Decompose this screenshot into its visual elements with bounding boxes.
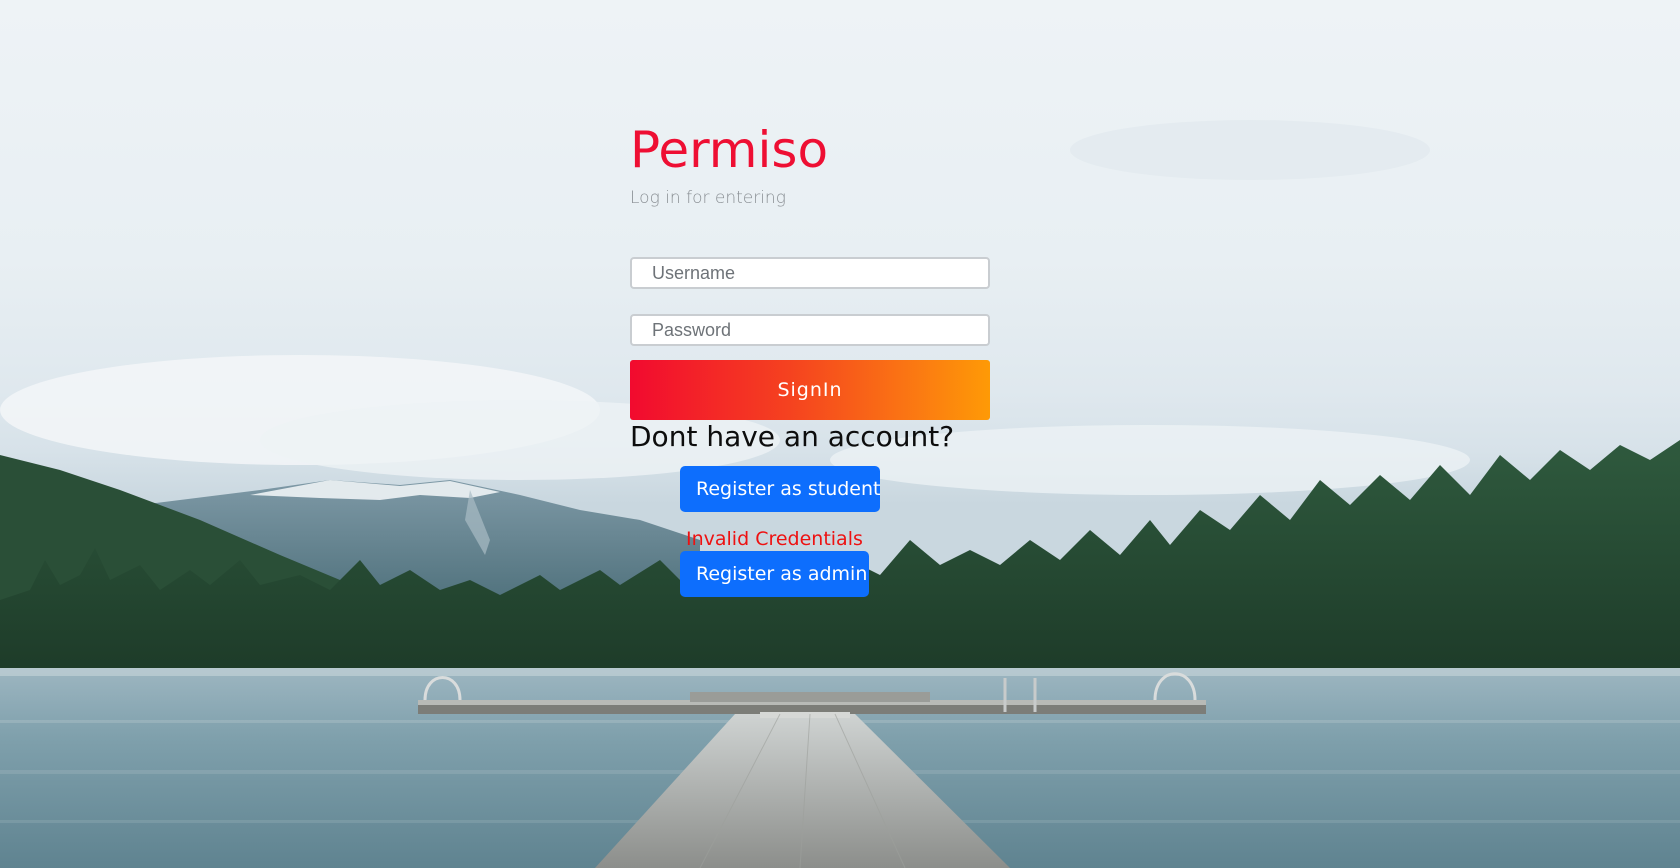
login-panel: Permiso Log in for entering SignIn Dont … xyxy=(630,120,990,597)
login-page: Permiso Log in for entering SignIn Dont … xyxy=(0,0,1680,868)
register-admin-button[interactable]: Register as admin xyxy=(680,551,869,597)
app-title: Permiso xyxy=(630,121,829,179)
password-input[interactable] xyxy=(630,314,990,346)
username-input[interactable] xyxy=(630,257,990,289)
no-account-heading: Dont have an account? xyxy=(630,420,955,453)
login-subtitle: Log in for entering xyxy=(630,188,786,208)
error-message: Invalid Credentials xyxy=(686,528,863,550)
signin-button[interactable]: SignIn xyxy=(630,360,990,420)
register-student-button[interactable]: Register as student xyxy=(680,466,880,512)
